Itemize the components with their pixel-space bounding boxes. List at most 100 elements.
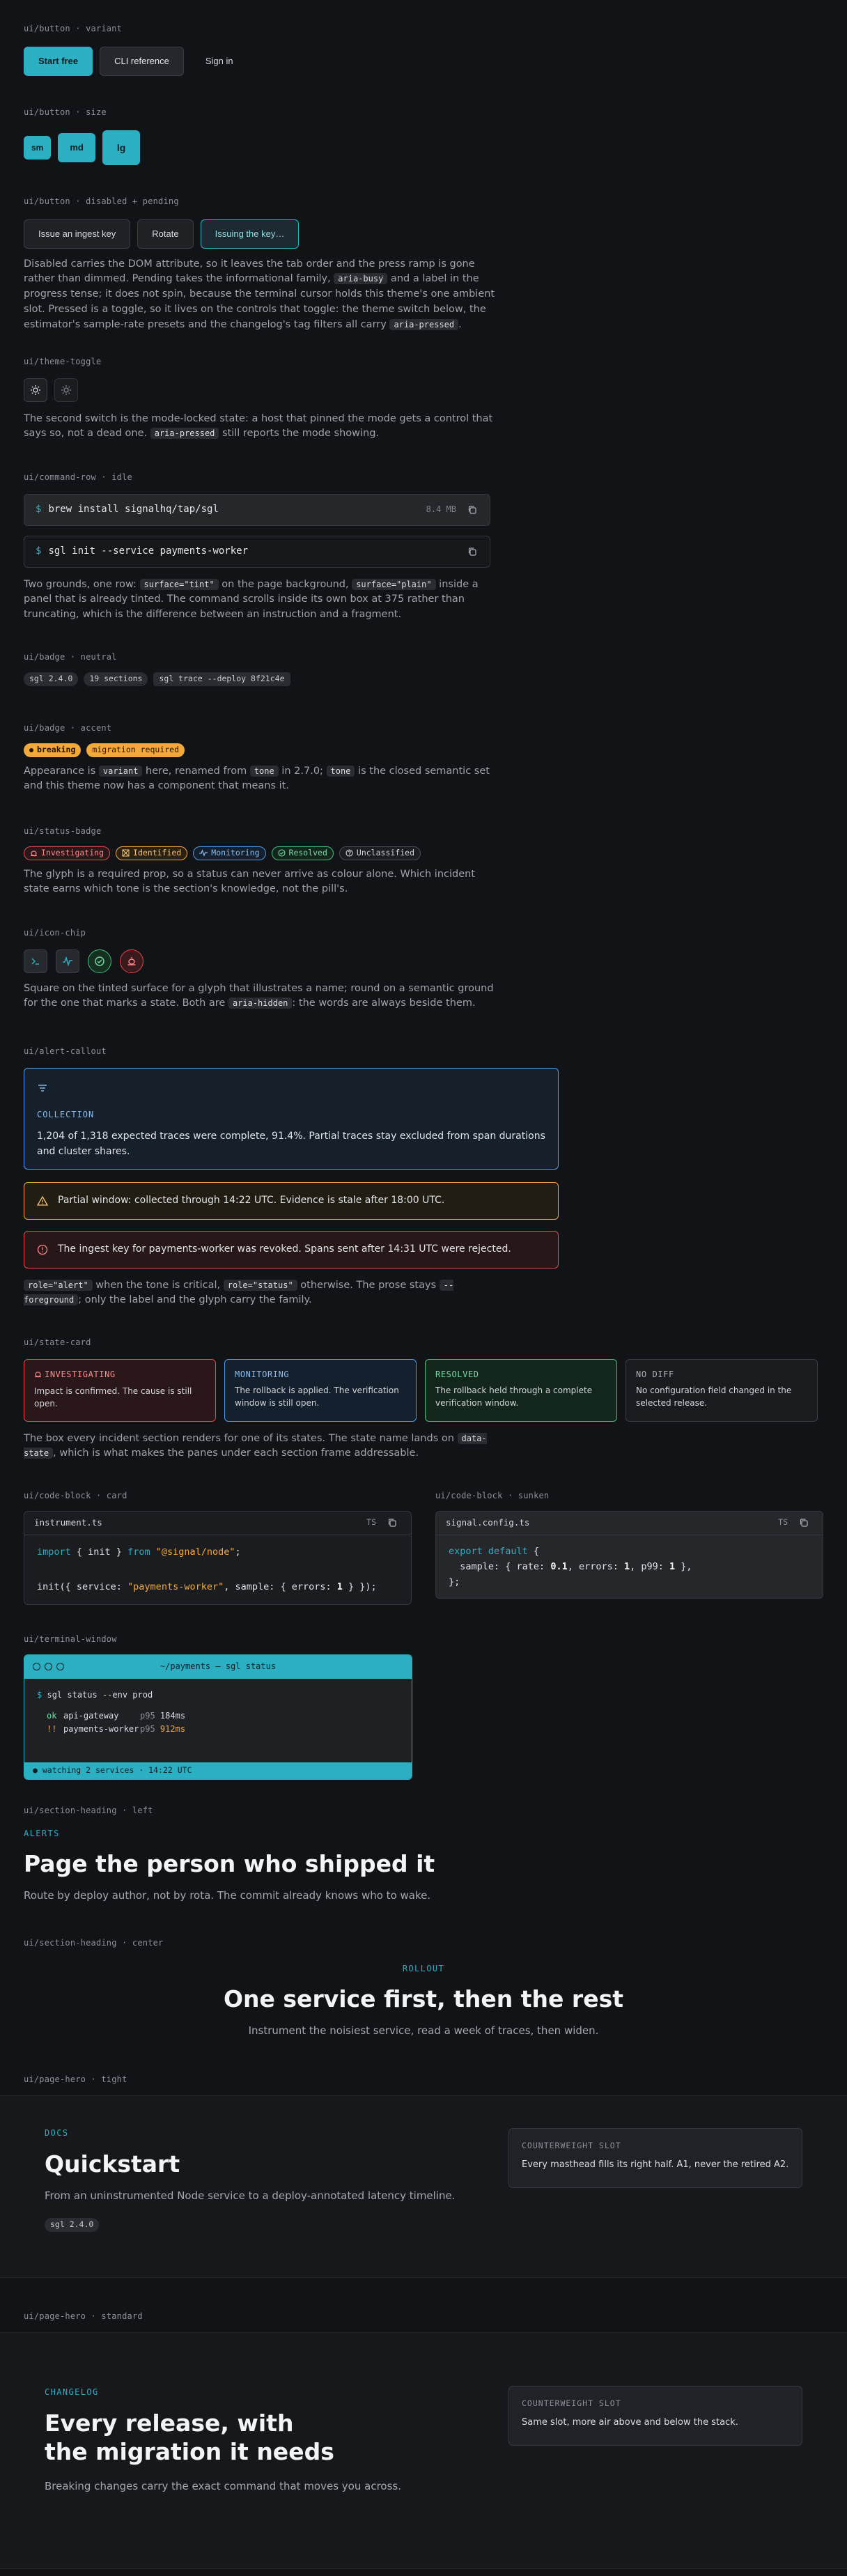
icon-chip-prose: Square on the tinted surface for a glyph… (24, 982, 494, 1009)
code-block-card-group: ui/code-block · card instrument.ts TS im… (24, 1489, 412, 1605)
section-heading-center-section: ui/section-heading · center ROLLOUT One … (24, 1937, 823, 2040)
section-label: ui/theme-toggle (24, 357, 102, 366)
heading-eyebrow: ROLLOUT (402, 1963, 445, 1973)
investigating-chip (120, 949, 143, 973)
siren-icon (31, 851, 37, 857)
copy-icon (388, 1519, 396, 1527)
section-label: ui/badge · accent (24, 723, 112, 733)
terminal-title: ~/payments — sgl status (160, 1661, 277, 1672)
sun-icon (61, 385, 71, 395)
md-button[interactable]: md (58, 132, 95, 162)
heading-lead: Instrument the noisiest service, read a … (248, 2024, 599, 2038)
hero-eyebrow: CHANGELOG (45, 2387, 99, 2397)
terminal-output: ok api-gateway p95 184ms !! payments-worker… (37, 1709, 399, 1735)
state-card-investigating: INVESTIGATING Impact is confirmed. The c… (24, 1358, 216, 1422)
copy-button[interactable] (795, 1514, 813, 1532)
start-free-button[interactable]: Start free (24, 46, 93, 76)
section-label: ui/status-badge (24, 826, 102, 836)
terminal-titlebar: ~/payments — sgl status (24, 1654, 412, 1679)
version-badge: sgl 2.4.0 (24, 672, 79, 686)
code-content: import { init } from "@signal/node"; ini… (37, 1546, 377, 1592)
siren-icon (127, 956, 136, 965)
sections-badge: 19 sections (84, 672, 148, 686)
section-label: ui/alert-callout (24, 1046, 107, 1056)
lg-button[interactable]: lg (102, 130, 141, 165)
state-card-resolved: RESOLVED The rollback held through a com… (425, 1358, 617, 1422)
alert-callout-section: ui/alert-callout COLLECTION 1,204 of 1,3… (24, 1045, 823, 1308)
activity-icon (199, 849, 208, 857)
activity-chip (56, 949, 79, 973)
status-badge-section: ui/status-badge Investigating Identified… (24, 825, 823, 897)
badge-accent-section: ui/badge · accent breaking migration req… (24, 722, 823, 794)
section-label: ui/button · size (24, 107, 107, 117)
heading-title: One service first, then the rest (224, 1985, 623, 2013)
section-label: ui/button · disabled + pending (24, 196, 179, 206)
code-filename: instrument.ts (34, 1517, 102, 1528)
terminal-icon (31, 958, 39, 965)
theme-toggle-locked-button[interactable] (54, 378, 78, 402)
target-icon (122, 849, 130, 857)
section-label: ui/terminal-window (24, 1634, 117, 1644)
counterweight-slot: COUNTERWEIGHT SLOT Every masthead fills … (508, 2128, 802, 2188)
state-title: INVESTIGATING (45, 1369, 116, 1379)
terminal-command-line: $ sgl status --env prod (37, 1689, 153, 1700)
hero-lead: Breaking changes carry the exact command… (45, 2480, 401, 2493)
sign-in-button[interactable]: Sign in (191, 47, 248, 76)
page-hero-tight-label-row: ui/page-hero · tight (24, 2073, 823, 2086)
section-label: ui/section-heading · left (24, 1806, 153, 1815)
code-block-card: instrument.ts TS import { init } from "@… (24, 1510, 412, 1605)
code-language: TS (778, 1517, 788, 1528)
theme-toggle-button[interactable] (24, 378, 47, 402)
alert-circle-icon (37, 1244, 48, 1255)
section-label: ui/command-row · idle (24, 472, 132, 482)
state-card-section: ui/state-card INVESTIGATING Impact is co… (24, 1336, 823, 1461)
status-badge-monitoring: Monitoring (193, 846, 266, 860)
state-title: RESOLVED (435, 1369, 479, 1379)
state-title: NO DIFF (636, 1369, 674, 1379)
button-variant-section: ui/button · variant Start free CLI refer… (24, 22, 823, 76)
copy-icon (468, 547, 476, 556)
resolved-chip (88, 949, 111, 973)
section-label: ui/code-block · sunken (435, 1491, 550, 1500)
cli-reference-button[interactable]: CLI reference (100, 46, 184, 76)
warning-triangle-icon (37, 1195, 48, 1206)
code-filename: signal.config.ts (446, 1517, 530, 1528)
migration-badge: migration required (86, 743, 185, 757)
callout-body: 1,204 of 1,318 expected traces were comp… (37, 1130, 545, 1158)
command-row-prose: Two grounds, one row: surface="tint" on … (24, 578, 479, 621)
section-label: ui/button · variant (24, 24, 123, 33)
command-row-section: ui/command-row · idle $ brew install sig… (24, 471, 823, 623)
state-body: The rollback is applied. The verificatio… (235, 1386, 399, 1408)
command-badge: sgl trace --deploy 8f21c4e (153, 672, 290, 686)
callout-body: Partial window: collected through 14:22 … (58, 1194, 445, 1206)
section-label: ui/state-card (24, 1337, 91, 1347)
rotate-button[interactable]: Rotate (137, 219, 194, 249)
theme-toggle-section: ui/theme-toggle The second switch is the… (24, 355, 823, 442)
code-block-sunken: signal.config.ts TS export default { sam… (435, 1510, 823, 1599)
issue-ingest-key-button[interactable]: Issue an ingest key (24, 219, 131, 249)
command-row-tint[interactable]: $ brew install signalhq/tap/sgl 8.4 MB (24, 493, 490, 526)
section-label: ui/icon-chip (24, 928, 86, 938)
filter-icon (38, 1084, 47, 1092)
issuing-key-button[interactable]: Issuing the key… (200, 219, 300, 249)
section-label: ui/page-hero · standard (24, 2311, 143, 2321)
command-row-plain[interactable]: $ sgl init --service payments-worker (24, 535, 490, 568)
page-hero-standard: CHANGELOG Every release, with the migrati… (0, 2332, 847, 2569)
copy-button[interactable] (463, 543, 481, 561)
copy-button[interactable] (463, 501, 481, 519)
copy-button[interactable] (383, 1514, 401, 1532)
activity-icon (63, 956, 72, 967)
sm-button[interactable]: sm (24, 135, 52, 160)
disabled-prose: Disabled carries the DOM attribute, so i… (24, 258, 495, 330)
alert-callout-prose: role="alert" when the tone is critical, … (24, 1279, 454, 1306)
slot-body: Same slot, more air above and below the … (522, 2416, 738, 2428)
callout-title: COLLECTION (37, 1110, 95, 1120)
section-label: ui/code-block · card (24, 1491, 127, 1500)
status-badge-identified: Identified (116, 846, 188, 860)
download-size: 8.4 MB (426, 504, 456, 515)
terminal-window-section: ui/terminal-window ~/payments — sgl stat… (24, 1633, 823, 1780)
button-disabled-section: ui/button · disabled + pending Issue an … (24, 195, 823, 332)
prompt-symbol: $ (36, 545, 42, 557)
page-hero-standard-label-row: ui/page-hero · standard (24, 2310, 823, 2323)
copy-icon (800, 1519, 808, 1527)
